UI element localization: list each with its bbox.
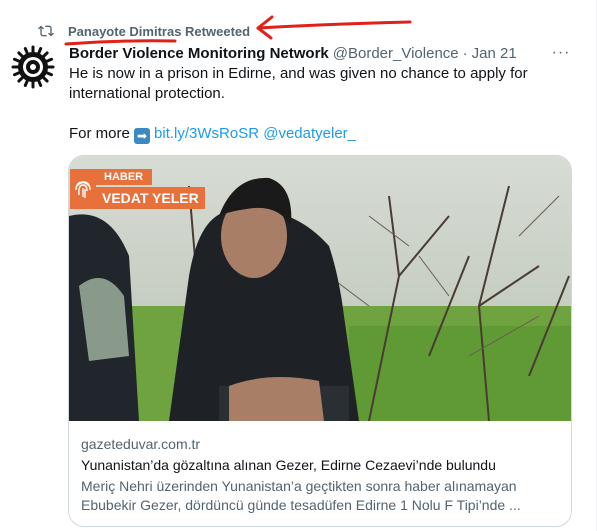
tweet-text-line: He is now in a prison in Edirne, and was… xyxy=(69,65,528,102)
card-description-line: Meriç Nehri üzerinden Yunanistan’a geçti… xyxy=(81,478,517,494)
link-preview-card[interactable]: HABER VEDAT YELER gazeteduvar.com.tr Yun… xyxy=(68,155,572,527)
card-domain: gazeteduvar.com.tr xyxy=(81,436,201,452)
fingerprint-icon xyxy=(70,169,96,209)
retweet-icon xyxy=(38,25,54,37)
right-arrow-emoji-icon: ➡ xyxy=(134,128,151,144)
author-name[interactable]: Border Violence Monitoring Network xyxy=(69,45,329,62)
separator-dot: · xyxy=(462,44,468,62)
more-prefix: For more xyxy=(69,125,130,142)
card-title[interactable]: Yunanistan’da gözaltına alınan Gezer, Ed… xyxy=(81,456,561,474)
short-link[interactable]: bit.ly/3WsRoSR xyxy=(154,125,259,142)
tweet[interactable]: Panayote Dimitras Retweeted Border Viole… xyxy=(0,0,597,531)
avatar[interactable] xyxy=(10,44,56,90)
badge-category: HABER xyxy=(96,169,152,185)
more-options-icon[interactable]: ··· xyxy=(551,44,571,62)
tweet-header: Border Violence Monitoring Network @Bord… xyxy=(69,43,577,63)
retweet-context: Panayote Dimitras Retweeted xyxy=(38,22,250,40)
badge-author: VEDAT YELER xyxy=(96,187,205,209)
card-meta: gazeteduvar.com.tr Yunanistan’da gözaltı… xyxy=(81,435,561,515)
retweeted-by-label[interactable]: Panayote Dimitras Retweeted xyxy=(68,24,250,39)
card-description: Meriç Nehri üzerinden Yunanistan’a geçti… xyxy=(81,477,561,515)
mention-link[interactable]: @vedatyeler_ xyxy=(263,125,356,142)
tweet-date[interactable]: Jan 21 xyxy=(472,45,517,62)
card-description-line: Ebubekir Gezer, dördüncü günde tesadüfen… xyxy=(81,497,521,513)
tweet-text: He is now in a prison in Edirne, and was… xyxy=(69,64,569,144)
haber-badge: HABER VEDAT YELER xyxy=(70,169,205,209)
tweet-more-line: For more ➡ bit.ly/3WsRoSR @vedatyeler_ xyxy=(69,124,569,144)
author-handle[interactable]: @Border_Violence xyxy=(333,45,459,62)
